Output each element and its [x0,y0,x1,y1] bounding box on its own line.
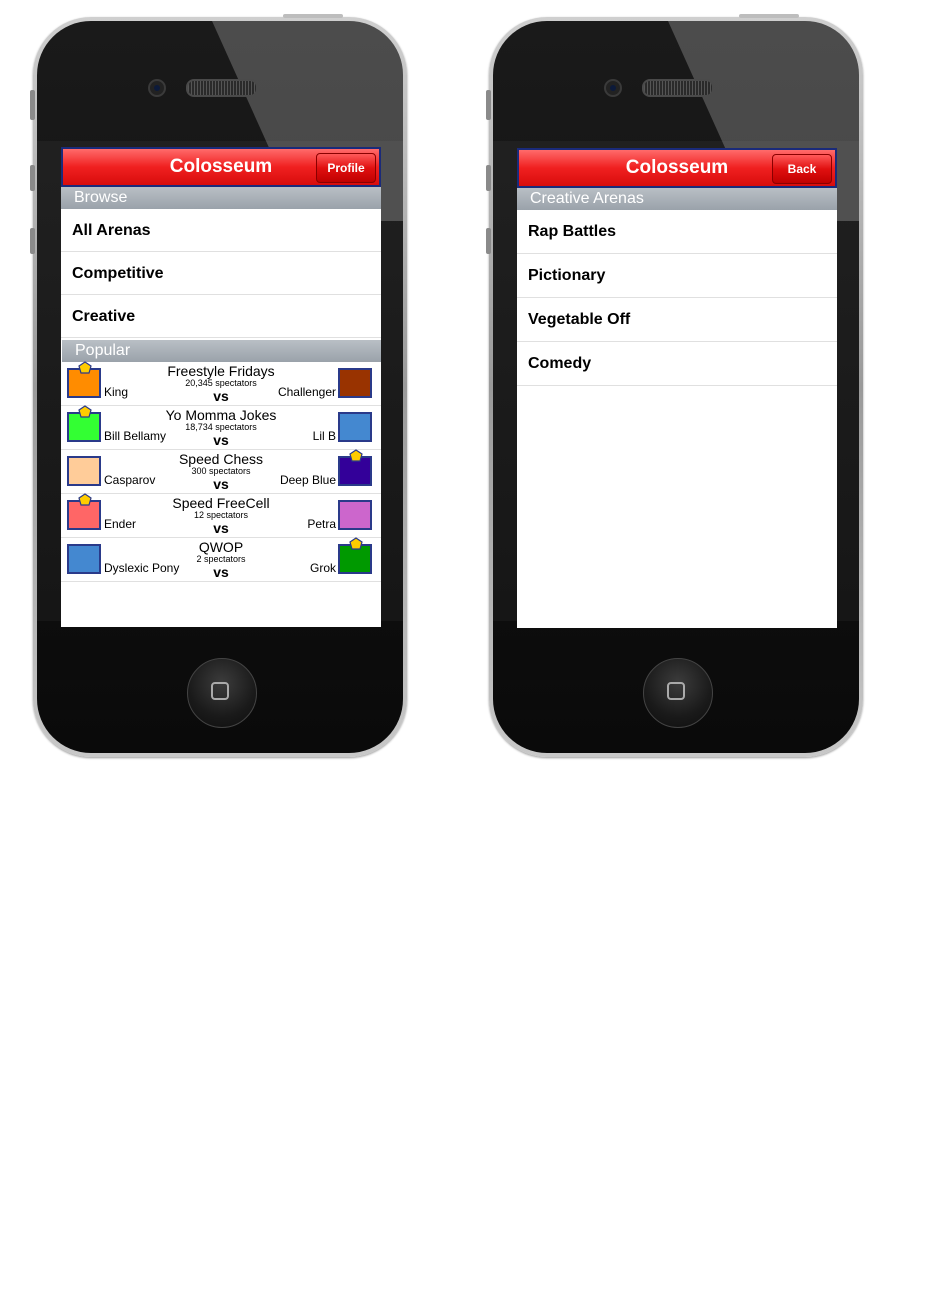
home-button[interactable] [643,658,713,728]
list-item-pictionary[interactable]: Pictionary [517,254,837,298]
sleep-button [739,14,799,18]
crown-icon [78,405,92,419]
volume-up-button [30,165,35,191]
crown-icon [78,361,92,375]
navbar: Colosseum Back [517,148,837,188]
list-item-all-arenas[interactable]: All Arenas [61,209,381,252]
list-item-rap-battles[interactable]: Rap Battles [517,210,837,254]
mute-switch [486,90,491,120]
crown-icon [78,493,92,507]
browse-header: Browse [61,187,381,209]
back-button[interactable]: Back [772,154,832,184]
earpiece-speaker [186,79,258,97]
crown-icon [349,537,363,551]
popular-header: Popular [62,340,381,362]
earpiece-speaker [642,79,714,97]
navbar: Colosseum Profile [61,147,381,187]
match-title: Freestyle Fridays [167,363,275,379]
volume-down-button [30,228,35,254]
match-title: Yo Momma Jokes [165,407,277,423]
right-player-name: Grok [309,561,336,575]
creative-arenas-header: Creative Arenas [517,188,837,210]
match-row[interactable]: King Freestyle Fridays 20,345 spectators vs… [61,361,381,406]
profile-button[interactable]: Profile [316,153,376,183]
vs-label: vs [213,432,229,448]
right-player-name: Deep Blue [279,473,336,487]
mute-switch [30,90,35,120]
front-camera [604,79,622,97]
match-row[interactable]: Bill Bellamy Yo Momma Jokes 18,734 spectat… [61,405,381,450]
left-player-avatar [67,456,101,486]
crown-icon [349,449,363,463]
home-square-icon [667,682,685,700]
match-row[interactable]: Casparov Speed Chess 300 spectators vs Deep … [61,449,381,494]
spectator-count: 300 spectators [191,466,251,476]
volume-down-button [486,228,491,254]
list-item-competitive[interactable]: Competitive [61,252,381,295]
left-screen: Colosseum Profile Browse All Arenas Comp… [61,147,381,627]
vs-label: vs [213,564,229,580]
sleep-button [283,14,343,18]
right-player-name: Petra [307,517,336,531]
list-item-creative[interactable]: Creative [61,295,381,338]
match-title: Speed FreeCell [172,495,270,511]
right-player-name: Lil B [312,429,336,443]
left-player-name: King [104,385,129,399]
spectator-count: 2 spectators [196,554,246,564]
right-player-name: Challenger [277,385,336,399]
right-player-avatar [338,368,372,398]
right-screen: Colosseum Back Creative Arenas Rap Battl… [517,148,837,628]
right-player-avatar [338,412,372,442]
spectator-count: 12 spectators [193,510,249,520]
home-square-icon [211,682,229,700]
vs-label: vs [213,520,229,536]
match-row[interactable]: Dyslexic Pony QWOP 2 spectators vs Grok [61,537,381,582]
vs-label: vs [213,476,229,492]
match-title: Speed Chess [178,451,264,467]
left-player-name: Ender [104,517,137,531]
right-player-avatar [338,500,372,530]
home-button[interactable] [187,658,257,728]
front-camera [148,79,166,97]
list-item-comedy[interactable]: Comedy [517,342,837,386]
spectator-count: 18,734 spectators [185,422,257,432]
volume-up-button [486,165,491,191]
match-title: QWOP [198,539,244,555]
match-row[interactable]: Ender Speed FreeCell 12 spectators vs Petra [61,493,381,538]
left-player-avatar [67,544,101,574]
list-item-vegetable-off[interactable]: Vegetable Off [517,298,837,342]
